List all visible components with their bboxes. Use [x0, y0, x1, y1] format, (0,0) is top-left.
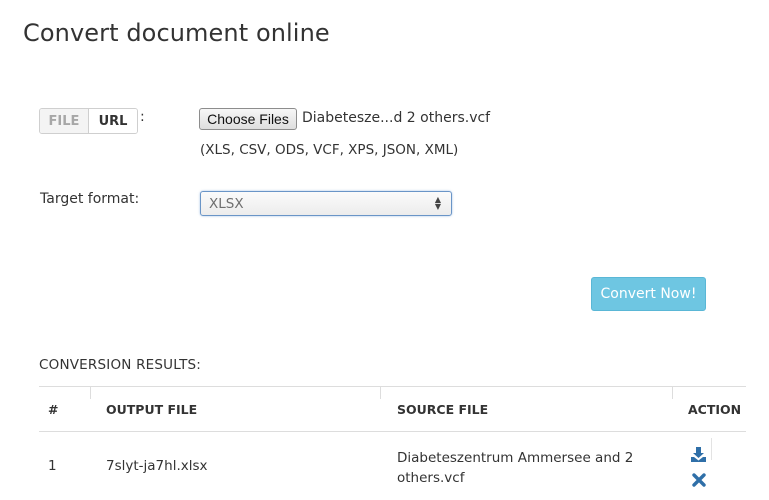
select-arrows-icon: ▲ ▼	[434, 195, 441, 211]
action-divider	[711, 438, 712, 460]
source-file-line: Diabeteszentrum Ammersee and 2	[397, 450, 634, 466]
target-format-select[interactable]: XLSX ▲ ▼	[200, 191, 452, 216]
results-table: # OUTPUT FILE SOURCE FILE ACTION 1 7slyt…	[39, 386, 746, 500]
source-file-name: Diabeteszentrum Ammersee and 2 others.vc…	[397, 448, 633, 488]
table-row: 1 7slyt-ja7hl.xlsx Diabeteszentrum Ammer…	[39, 432, 746, 500]
source-toggle: FILE URL	[39, 108, 138, 134]
close-icon[interactable]	[692, 473, 706, 487]
source-file-line: others.vcf	[397, 470, 465, 486]
download-icon[interactable]	[690, 446, 707, 462]
column-header-action: ACTION	[688, 401, 742, 417]
column-divider	[90, 387, 91, 399]
output-file-link[interactable]: 7slyt-ja7hl.xlsx	[106, 458, 208, 474]
column-header-num: #	[48, 401, 59, 417]
conversion-results-title: CONVERSION RESULTS:	[39, 357, 202, 373]
target-format-label: Target format:	[40, 191, 140, 207]
url-source-tab[interactable]: URL	[89, 109, 137, 133]
convert-now-button[interactable]: Convert Now!	[591, 277, 706, 311]
page-title: Convert document online	[23, 19, 330, 47]
column-header-source-file: SOURCE FILE	[397, 401, 489, 417]
page: Convert document online FILE URL : Choos…	[0, 0, 769, 500]
column-header-output-file: OUTPUT FILE	[106, 401, 198, 417]
toggle-colon: :	[140, 109, 145, 125]
column-divider	[672, 387, 673, 399]
supported-formats-hint: (XLS, CSV, ODS, VCF, XPS, JSON, XML)	[200, 142, 459, 158]
column-divider	[380, 387, 381, 399]
results-header-row: # OUTPUT FILE SOURCE FILE ACTION	[39, 386, 746, 432]
row-number: 1	[48, 458, 57, 474]
choose-files-button[interactable]: Choose Files	[199, 108, 297, 130]
chosen-files-text: Diabetesze...d 2 others.vcf	[302, 110, 491, 126]
target-format-value: XLSX	[209, 195, 244, 212]
file-source-tab[interactable]: FILE	[40, 109, 89, 133]
